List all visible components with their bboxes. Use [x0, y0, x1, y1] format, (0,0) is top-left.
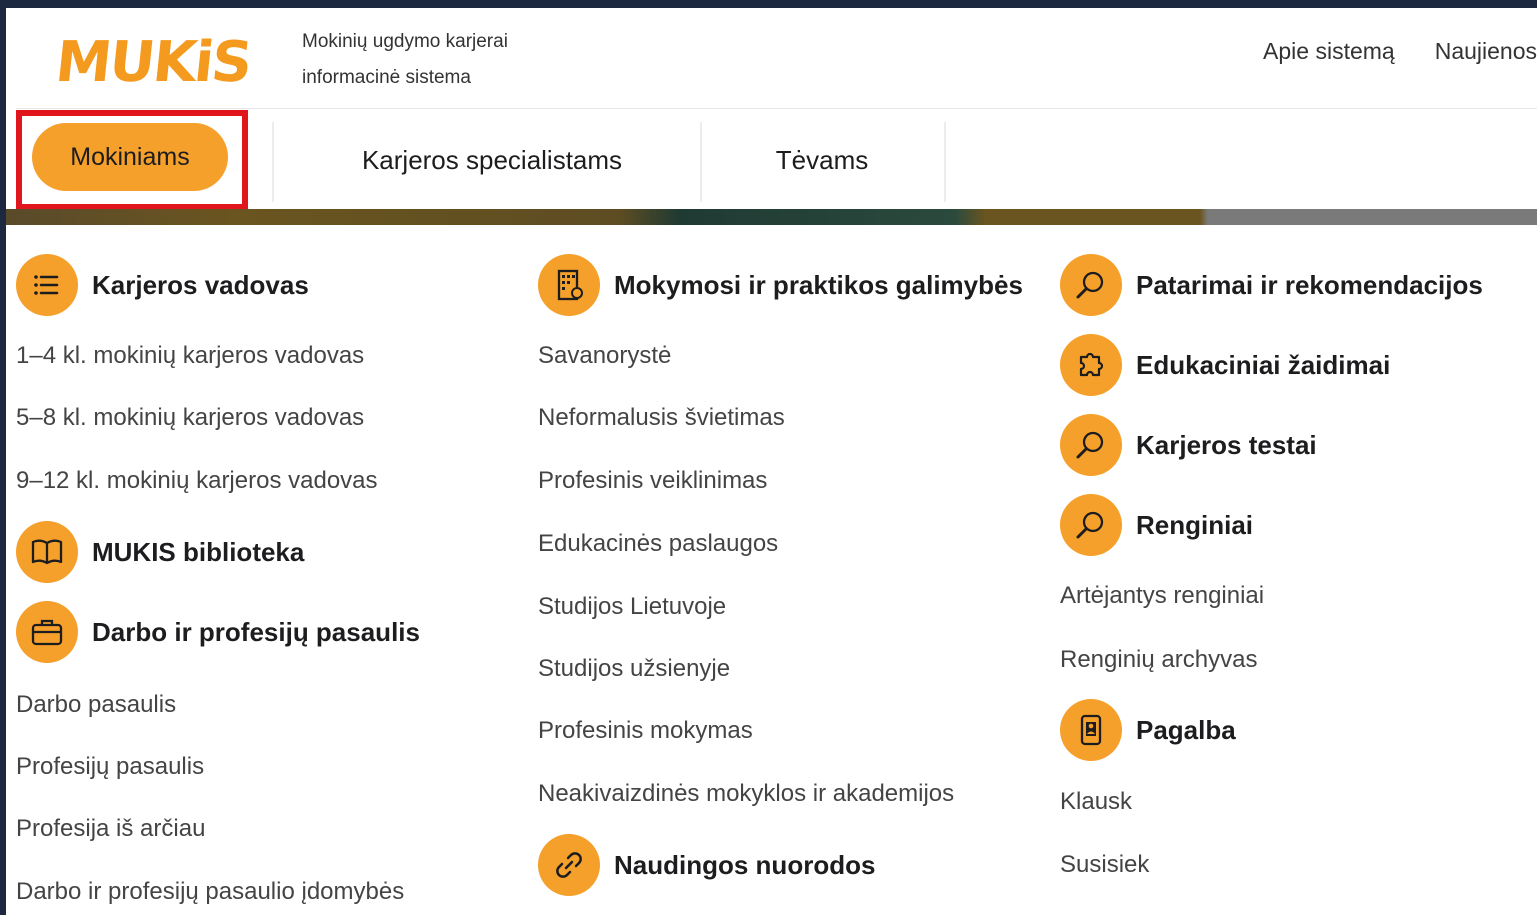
menu-head-label: Naudingos nuorodos — [614, 849, 876, 880]
building-icon — [538, 254, 600, 316]
mukis-logo[interactable]: MUKiS — [52, 22, 255, 102]
menu-head-biblioteka[interactable]: MUKIS biblioteka — [16, 521, 304, 583]
tagline-line1: Mokinių ugdymo karjerai — [302, 31, 508, 52]
menu-head-label: Edukaciniai žaidimai — [1136, 349, 1391, 380]
link-studijos-lietuvoje[interactable]: Studijos Lietuvoje — [538, 593, 726, 621]
logo-text: MUKiS — [52, 29, 254, 95]
menu-head-patarimai[interactable]: Patarimai ir rekomendacijos — [1060, 254, 1483, 316]
menu-head-label: Karjeros vadovas — [92, 269, 309, 300]
audience-tabs: Mokiniams Karjeros specialistams Tėvams — [16, 110, 1537, 210]
link-edukacines-paslaugos[interactable]: Edukacinės paslaugos — [538, 530, 778, 558]
magnifier-icon — [1060, 414, 1122, 476]
link-profesinis-veiklinimas[interactable]: Profesinis veiklinimas — [538, 467, 767, 495]
page: MUKiS Mokinių ugdymo karjerai informacin… — [6, 8, 1537, 915]
hero-banner-strip — [6, 209, 1537, 225]
menu-head-renginiai[interactable]: Renginiai — [1060, 494, 1253, 556]
link-profesija-is-arciau[interactable]: Profesija iš arčiau — [16, 815, 205, 843]
top-nav: Apie sistemą Naujienos — [1263, 38, 1537, 65]
menu-head-naudingos-nuorodos[interactable]: Naudingos nuorodos — [538, 834, 875, 896]
tab-separator — [272, 122, 274, 202]
link-5-8-kl[interactable]: 5–8 kl. mokinių karjeros vadovas — [16, 404, 364, 432]
list-icon — [16, 254, 78, 316]
link-icon — [538, 834, 600, 896]
link-neformalusis-svietimas[interactable]: Neformalusis švietimas — [538, 404, 785, 432]
menu-head-label: MUKIS biblioteka — [92, 536, 305, 567]
link-savanoryste[interactable]: Savanorystė — [538, 342, 671, 370]
menu-head-karjeros-vadovas[interactable]: Karjeros vadovas — [16, 254, 309, 316]
tab-tevams[interactable]: Tėvams — [702, 122, 942, 198]
menu-head-label: Renginiai — [1136, 509, 1254, 540]
nav-naujienos[interactable]: Naujienos — [1435, 38, 1537, 65]
tab-karjeros-specialistams[interactable]: Karjeros specialistams — [282, 122, 702, 198]
header-divider — [16, 108, 1537, 109]
tagline: Mokinių ugdymo karjerai informacinė sist… — [302, 24, 508, 96]
link-renginiu-archyvas[interactable]: Renginių archyvas — [1060, 646, 1257, 674]
link-profesiju-pasaulis[interactable]: Profesijų pasaulis — [16, 753, 204, 781]
link-artejantys-renginiai[interactable]: Artėjantys renginiai — [1060, 582, 1264, 610]
tab-mokiniams[interactable]: Mokiniams — [32, 123, 228, 191]
link-9-12-kl[interactable]: 9–12 kl. mokinių karjeros vadovas — [16, 467, 378, 495]
menu-head-label: Darbo ir profesijų pasaulis — [92, 616, 420, 647]
menu-head-darbo-pasaulis[interactable]: Darbo ir profesijų pasaulis — [16, 601, 420, 663]
briefcase-icon — [16, 601, 78, 663]
phone-icon — [1060, 699, 1122, 761]
menu-head-label: Karjeros testai — [1136, 429, 1317, 460]
menu-head-mokymosi-galimybes[interactable]: Mokymosi ir praktikos galimybės — [538, 254, 1023, 316]
link-profesinis-mokymas[interactable]: Profesinis mokymas — [538, 717, 753, 745]
menu-head-label: Patarimai ir rekomendacijos — [1136, 269, 1483, 300]
link-neakivaizdines-mokyklos[interactable]: Neakivaizdinės mokyklos ir akademijos — [538, 780, 954, 808]
link-idomybes[interactable]: Darbo ir profesijų pasaulio įdomybės — [16, 878, 404, 906]
magnifier-icon — [1060, 494, 1122, 556]
link-klausk[interactable]: Klausk — [1060, 788, 1132, 816]
book-icon — [16, 521, 78, 583]
menu-head-label: Mokymosi ir praktikos galimybės — [614, 269, 1023, 300]
link-studijos-uzsienyje[interactable]: Studijos užsienyje — [538, 655, 730, 683]
menu-head-pagalba[interactable]: Pagalba — [1060, 699, 1236, 761]
tagline-line2: informacinė sistema — [302, 67, 471, 88]
tab-separator — [944, 122, 946, 202]
link-susisiek[interactable]: Susisiek — [1060, 851, 1149, 879]
menu-head-karjeros-testai[interactable]: Karjeros testai — [1060, 414, 1317, 476]
link-darbo-pasaulis[interactable]: Darbo pasaulis — [16, 691, 176, 719]
menu-head-label: Pagalba — [1136, 714, 1236, 745]
menu-head-zaidimai[interactable]: Edukaciniai žaidimai — [1060, 334, 1390, 396]
magnifier-icon — [1060, 254, 1122, 316]
nav-apie-sistema[interactable]: Apie sistemą — [1263, 38, 1395, 65]
puzzle-icon — [1060, 334, 1122, 396]
link-1-4-kl[interactable]: 1–4 kl. mokinių karjeros vadovas — [16, 342, 364, 370]
